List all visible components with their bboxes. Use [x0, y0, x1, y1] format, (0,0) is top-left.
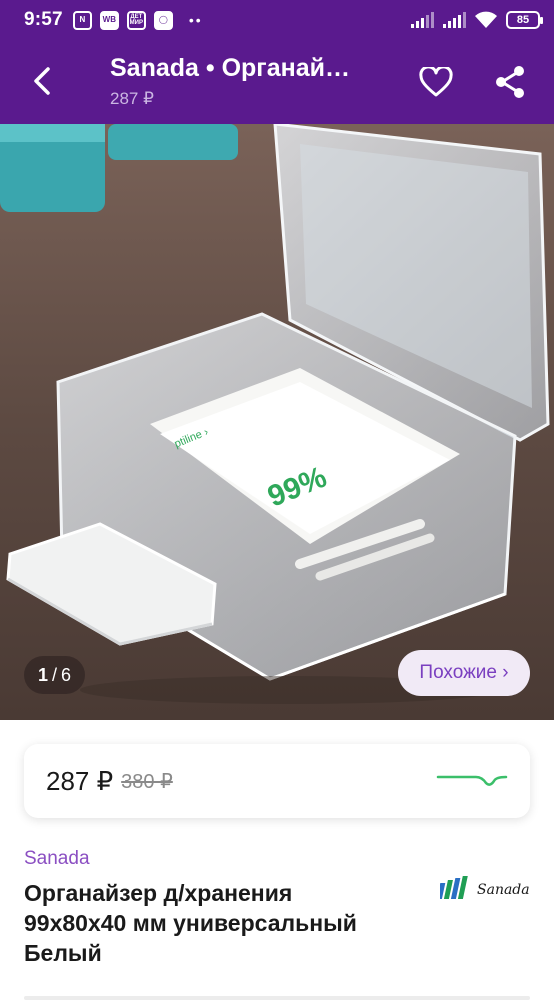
- sanada-logo-icon: [440, 876, 468, 899]
- brand-logo[interactable]: Sanada: [440, 870, 532, 910]
- notification-icons: N WB ДЕТ МИР ◯ ••: [72, 10, 203, 30]
- signal-icon-2: [443, 12, 466, 28]
- favorite-button[interactable]: [414, 60, 458, 104]
- image-page-counter: 1 / 6: [24, 656, 86, 694]
- more-notifications-icon: ••: [188, 12, 203, 28]
- heart-icon: [419, 67, 453, 97]
- current-image-index: 1: [38, 664, 49, 685]
- section-divider: [24, 996, 530, 1000]
- current-price: 287 ₽: [46, 765, 114, 796]
- product-image-gallery[interactable]: 99% ptiline › 1 / 6 Похожие ›: [0, 124, 554, 720]
- arrow-left-icon: [34, 67, 50, 95]
- wb-icon: WB: [99, 10, 119, 30]
- share-button[interactable]: [488, 60, 532, 104]
- old-price: 380 ₽: [121, 770, 173, 793]
- battery-icon: 85: [506, 11, 543, 29]
- page-subtitle-price: 287 ₽: [110, 89, 154, 108]
- signal-icon-1: [411, 12, 434, 28]
- product-photo: 99% ptiline ›: [0, 124, 554, 720]
- status-bar: 9:57 N WB ДЕТ МИР ◯ •• 85: [0, 0, 554, 40]
- price-card[interactable]: 287 ₽ 380 ₽: [24, 744, 530, 818]
- brand-link[interactable]: Sanada: [24, 848, 90, 870]
- nfc-icon: N: [72, 10, 92, 30]
- detmir-icon: ДЕТ МИР: [126, 10, 146, 30]
- total-images: 6: [61, 664, 72, 685]
- image-counter-separator: /: [52, 664, 58, 685]
- app-icon: ◯: [153, 10, 173, 30]
- wifi-icon: [475, 11, 497, 28]
- share-icon: [496, 66, 524, 98]
- back-button[interactable]: [20, 58, 66, 104]
- system-icons: 85: [410, 11, 543, 29]
- app-bar: Sanada • Органай… 287 ₽: [0, 40, 554, 124]
- similar-products-button[interactable]: Похожие ›: [398, 650, 530, 696]
- title-block: Sanada • Органай… 287 ₽: [110, 54, 400, 109]
- detmir-label: ДЕТ МИР: [129, 14, 143, 26]
- product-title: Органайзер д/хранения 99х80х40 мм универ…: [24, 880, 357, 966]
- page-title: Sanada • Органай…: [110, 54, 350, 82]
- brand-logo-text: Sanada: [477, 882, 530, 898]
- price-history-graph-icon: [436, 775, 508, 786]
- status-time: 9:57: [24, 9, 63, 30]
